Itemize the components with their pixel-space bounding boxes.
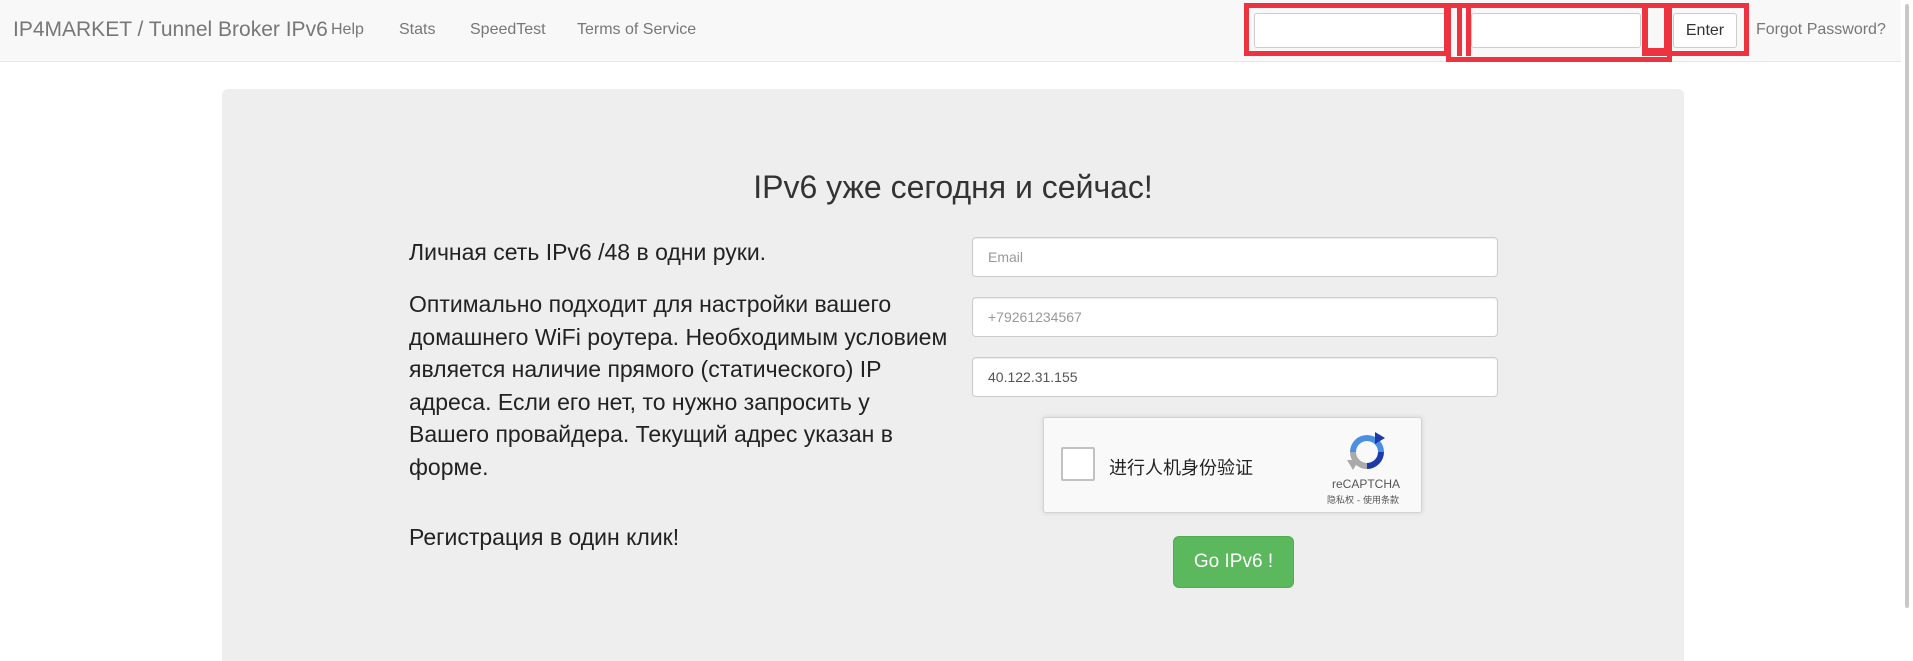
lead-text: Личная сеть IPv6 /48 в одни руки. [409, 239, 767, 265]
recaptcha-logo-icon [1347, 432, 1385, 470]
annotation-mark-left [1457, 8, 1471, 56]
recaptcha-widget: 进行人机身份验证 reCAPTCHA 隐私权 - 使用条款 [1043, 417, 1422, 513]
annotation-box-email [1244, 3, 1449, 56]
intro-text: Личная сеть IPv6 /48 в одни руки. Оптима… [409, 237, 949, 550]
recaptcha-brand: reCAPTCHA [1332, 477, 1401, 491]
hero-title: IPv6 уже сегодня и сейчас! [753, 169, 1153, 205]
phone-field[interactable]: +79261234567 [972, 297, 1498, 337]
email-field[interactable]: Email [972, 237, 1498, 277]
nav-link-stats[interactable]: Stats [399, 21, 435, 39]
nav-link-speedtest[interactable]: SpeedTest [470, 21, 546, 39]
vertical-scrollbar[interactable] [1901, 0, 1913, 661]
go-ipv6-button[interactable]: Go IPv6 ! [1173, 536, 1294, 588]
annotation-mark-right [1643, 8, 1669, 53]
recaptcha-checkbox[interactable] [1061, 447, 1095, 481]
nav-link-help[interactable]: Help [331, 21, 364, 39]
description-text: Оптимально подходит для настройки вашего… [409, 291, 948, 480]
recaptcha-label: 进行人机身份验证 [1109, 458, 1253, 479]
nav-link-terms[interactable]: Terms of Service [577, 21, 696, 39]
annotation-box-password [1446, 3, 1672, 62]
scrollbar-thumb[interactable] [1905, 4, 1909, 608]
jumbotron: IPv6 уже сегодня и сейчас! Личная сеть I… [222, 89, 1684, 661]
recaptcha-terms-link[interactable]: 隐私权 - 使用条款 [1327, 493, 1399, 506]
ip-address-field[interactable]: 40.122.31.155 [972, 357, 1498, 397]
registration-text: Регистрация в один клик! [409, 524, 680, 550]
forgot-password-link[interactable]: Forgot Password? [1756, 21, 1886, 39]
brand-link[interactable]: IP4MARKET / Tunnel Broker IPv6 [13, 18, 328, 42]
